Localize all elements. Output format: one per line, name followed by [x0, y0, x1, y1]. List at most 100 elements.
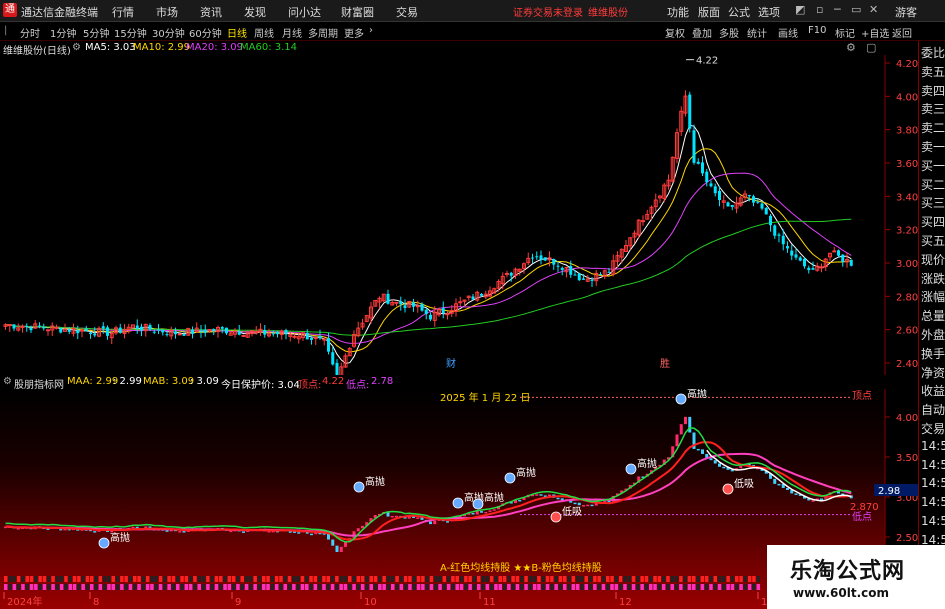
close-icon[interactable]: ✕	[869, 3, 878, 16]
period-fenshi[interactable]: 分时	[20, 25, 40, 40]
status-bar-a	[339, 576, 343, 582]
guest-label[interactable]: 游客	[895, 4, 917, 20]
right-panel-item[interactable]: 买三	[921, 194, 945, 211]
status-bar-b	[455, 584, 459, 590]
status-bar-b	[640, 584, 644, 590]
tool-biaoji[interactable]: 标记	[835, 25, 855, 40]
candle-body	[25, 325, 29, 327]
status-bar-b	[700, 584, 705, 590]
minimize-icon[interactable]: ─	[834, 3, 841, 16]
status-bar-a	[704, 576, 709, 582]
menu-faxian[interactable]: 发现	[244, 4, 266, 20]
status-bar-a	[657, 576, 662, 582]
status-bar-b	[606, 584, 610, 590]
menu-banmian[interactable]: 版面	[698, 4, 720, 20]
status-bar-b	[102, 584, 107, 590]
status-bar-a	[300, 576, 305, 582]
period-monthly[interactable]: 月线	[282, 25, 302, 40]
menu-jiaoyi[interactable]: 交易	[396, 4, 418, 20]
indicator-gear-icon[interactable]: ⚙	[3, 376, 12, 387]
period-1min[interactable]: 1分钟	[50, 25, 76, 40]
right-panel-item[interactable]: 卖四	[921, 82, 945, 99]
status-bar-a	[373, 576, 378, 582]
right-panel-item[interactable]: 买二	[921, 176, 945, 193]
tool-fanhui[interactable]: 返回	[892, 25, 912, 40]
right-panel-item[interactable]: 涨跌	[921, 270, 945, 287]
chevron-right-icon[interactable]: ›	[369, 25, 373, 36]
status-bar-b	[300, 584, 305, 590]
login-warning[interactable]: 证券交易未登录	[513, 4, 583, 19]
right-panel-item[interactable]: 总量	[921, 307, 945, 324]
right-panel-item[interactable]: 卖五	[921, 63, 945, 80]
status-bar-a	[12, 576, 17, 582]
menu-gongshi[interactable]: 公式	[728, 4, 750, 20]
right-panel-item[interactable]: 买四	[921, 213, 945, 230]
right-panel-item[interactable]: 净资	[921, 364, 945, 381]
status-bar-a	[627, 576, 631, 582]
status-bar-b	[240, 584, 244, 590]
right-panel-item[interactable]: 14:56	[921, 439, 945, 453]
menu-shichang[interactable]: 市场	[156, 4, 178, 20]
period-15min[interactable]: 15分钟	[114, 25, 147, 40]
price-axis-label: 2.40	[896, 359, 918, 370]
settings-gear-icon[interactable]: ⚙	[72, 42, 81, 53]
right-panel-item[interactable]: 14:56	[921, 458, 945, 472]
status-bar-b	[12, 584, 17, 590]
period-5min[interactable]: 5分钟	[83, 25, 109, 40]
status-bar-b	[145, 584, 150, 590]
menu-gongneng[interactable]: 功能	[667, 4, 689, 20]
right-panel-item[interactable]: 委比	[921, 44, 945, 61]
tool-huaxian[interactable]: 画线	[778, 25, 798, 40]
tool-fuquan[interactable]: 复权	[665, 25, 685, 40]
right-panel-item[interactable]: 卖二	[921, 119, 945, 136]
right-panel-item[interactable]: 收益	[921, 382, 945, 399]
chart-expand-icon[interactable]: ▢	[866, 41, 876, 54]
tool-tongji[interactable]: 统计	[747, 25, 767, 40]
right-panel-item[interactable]: 涨幅	[921, 288, 945, 305]
candle-body	[811, 268, 815, 270]
sub-bar	[433, 520, 437, 525]
candlestick-chart[interactable]: 4.20 4.00 3.80 3.60 3.40 3.20 3.00 2.80 2.60 2.40…	[0, 55, 918, 375]
period-daily[interactable]: 日线	[227, 25, 247, 40]
period-60min[interactable]: 60分钟	[189, 25, 222, 40]
chart-settings-icon[interactable]: ⚙	[846, 41, 856, 54]
tool-duogu[interactable]: 多股	[719, 25, 739, 40]
help-icon[interactable]: ▫	[816, 3, 823, 16]
restore-icon[interactable]: ▭	[851, 3, 861, 16]
status-bar-a	[395, 576, 399, 582]
period-more[interactable]: 更多	[344, 25, 364, 40]
candle-body	[696, 161, 700, 164]
right-panel-item[interactable]: 卖三	[921, 100, 945, 117]
status-bar-b	[253, 584, 257, 590]
skin-icon[interactable]: ◩	[795, 3, 805, 16]
period-weekly[interactable]: 周线	[254, 25, 274, 40]
menu-hangqing[interactable]: 行情	[112, 4, 134, 20]
price-axis-label: 3.00	[896, 259, 918, 270]
right-panel-item[interactable]: 卖一	[921, 138, 945, 155]
menu-caifuquan[interactable]: 财富圈	[341, 4, 374, 20]
right-panel-item[interactable]: 14:56	[921, 495, 945, 509]
menu-zixun[interactable]: 资讯	[200, 4, 222, 20]
status-bar-a	[416, 576, 421, 582]
right-panel-item[interactable]: 14:56	[921, 476, 945, 490]
right-panel-item[interactable]: 现价	[921, 251, 945, 268]
status-bar-b	[584, 584, 588, 590]
tool-diejia[interactable]: 叠加	[692, 25, 712, 40]
menu-xuanxiang[interactable]: 选项	[758, 4, 780, 20]
tool-zixuan[interactable]: +自选	[861, 25, 889, 40]
bar-toggle-icon[interactable]: |	[4, 25, 7, 36]
tool-f10[interactable]: F10	[808, 25, 826, 36]
period-multi[interactable]: 多周期	[308, 25, 338, 40]
right-panel-item[interactable]: 自动	[921, 401, 945, 418]
status-bar-b	[636, 584, 640, 590]
right-panel-item[interactable]: 交易	[921, 420, 945, 437]
right-panel-item[interactable]: 14:56	[921, 514, 945, 528]
menu-wenxiaoda[interactable]: 问小达	[288, 4, 321, 20]
right-panel-item[interactable]: 外盘	[921, 326, 945, 343]
right-panel-item[interactable]: 换手	[921, 345, 945, 362]
period-30min[interactable]: 30分钟	[152, 25, 185, 40]
right-panel-item[interactable]: 买五	[921, 232, 945, 249]
right-panel-item[interactable]: 买一	[921, 157, 945, 174]
sub-bar	[131, 526, 135, 529]
date-axis-label: 9	[235, 597, 241, 608]
